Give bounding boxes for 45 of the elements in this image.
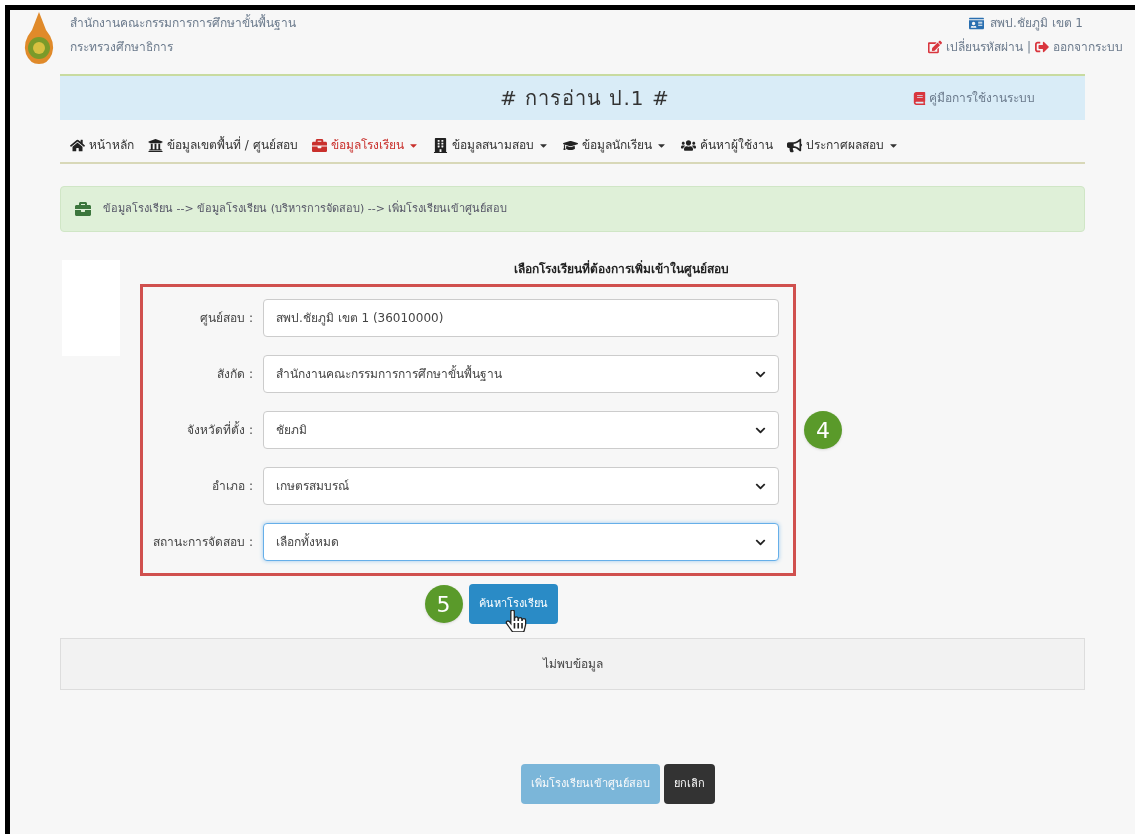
- input-field[interactable]: สพป.ชัยภูมิ เขต 1 (36010000): [263, 299, 779, 337]
- cancel-button[interactable]: ยกเลิก: [663, 764, 715, 804]
- dropdown-field[interactable]: เลือกทั้งหมด: [263, 523, 779, 561]
- id-card-icon: [968, 15, 984, 31]
- book-icon: [913, 91, 926, 105]
- briefcase-icon: [311, 137, 327, 153]
- page-title: # การอ่าน ป.1 #: [500, 85, 670, 112]
- briefcase-icon: [75, 201, 91, 217]
- no-data-message: ไม่พบข้อมูล: [542, 656, 603, 673]
- dropdown-field[interactable]: ชัยภมิ: [263, 411, 779, 449]
- user-name: สพป.ชัยภูมิ เขต 1: [989, 15, 1083, 32]
- hand-cursor-icon: [504, 610, 527, 632]
- link-separator: |: [1026, 39, 1031, 56]
- emblem-logo-icon: [22, 12, 56, 64]
- change-password-link[interactable]: เปลี่ยนรหัสผ่าน: [945, 38, 1023, 56]
- dropdown-field[interactable]: เกษตรสมบรณ์: [263, 467, 779, 505]
- nav-menu-item[interactable]: หน้าหลัก: [70, 136, 134, 154]
- edit-icon: [927, 40, 942, 54]
- breadcrumb-path: ข้อมูลโรงเรียน --> ข้อมูลโรงเรียน (บริหารการจัดสอบ) --> เพิ่มโรงเรียนเข้าศูนย์สอบ: [103, 200, 508, 217]
- sign-out-icon: [1035, 40, 1049, 54]
- dropdown-field[interactable]: สำนักงานคณะกรรมการการศึกษาขั้นพื้นฐาน: [263, 355, 779, 393]
- form-heading: เลือกโรงเรียนที่ต้องการเพิ่มเข้าในศูนย์สอบ: [513, 260, 729, 278]
- ministry-name: กระทรวงศึกษาธิการ: [70, 39, 174, 56]
- field-label: อำเภอ :: [211, 478, 254, 495]
- nav-menu-item[interactable]: ประกาศผลสอบ: [786, 136, 899, 154]
- step-number-badge: 5: [424, 585, 463, 623]
- bank-building-icon: [148, 137, 163, 153]
- logout-link[interactable]: ออกจากระบบ: [1053, 38, 1123, 56]
- home-icon: [70, 137, 85, 153]
- user-manual-link[interactable]: คู่มือการใช้งานระบบ: [929, 89, 1035, 107]
- step-number-badge: 4: [804, 411, 842, 449]
- field-label: สังกัด :: [216, 366, 254, 383]
- nav-menu-item[interactable]: ข้อมูลสนามสอบ: [432, 136, 549, 154]
- field-label: จังหวัดที่ตั้ง :: [186, 421, 254, 439]
- nav-menu-item[interactable]: ข้อมูลนักเรียน: [562, 136, 667, 154]
- users-icon: [680, 137, 696, 153]
- nav-menu-item[interactable]: ข้อมูลโรงเรียน: [311, 136, 419, 154]
- search-school-button[interactable]: ค้นหาโรงเรียน: [468, 584, 558, 624]
- field-label: สถานะการจัดสอบ :: [152, 534, 254, 551]
- organization-name: สำนักงานคณะกรรมการการศึกษาขั้นพื้นฐาน: [70, 14, 296, 32]
- field-label: ศูนย์สอบ :: [199, 310, 254, 327]
- building-icon: [432, 137, 448, 153]
- megaphone-icon: [786, 137, 802, 153]
- nav-menu-item[interactable]: ค้นหาผู้ใช้งาน: [680, 136, 773, 154]
- nav-menu-item[interactable]: ข้อมูลเขตพื้นที่ / ศูนย์สอบ: [148, 136, 298, 154]
